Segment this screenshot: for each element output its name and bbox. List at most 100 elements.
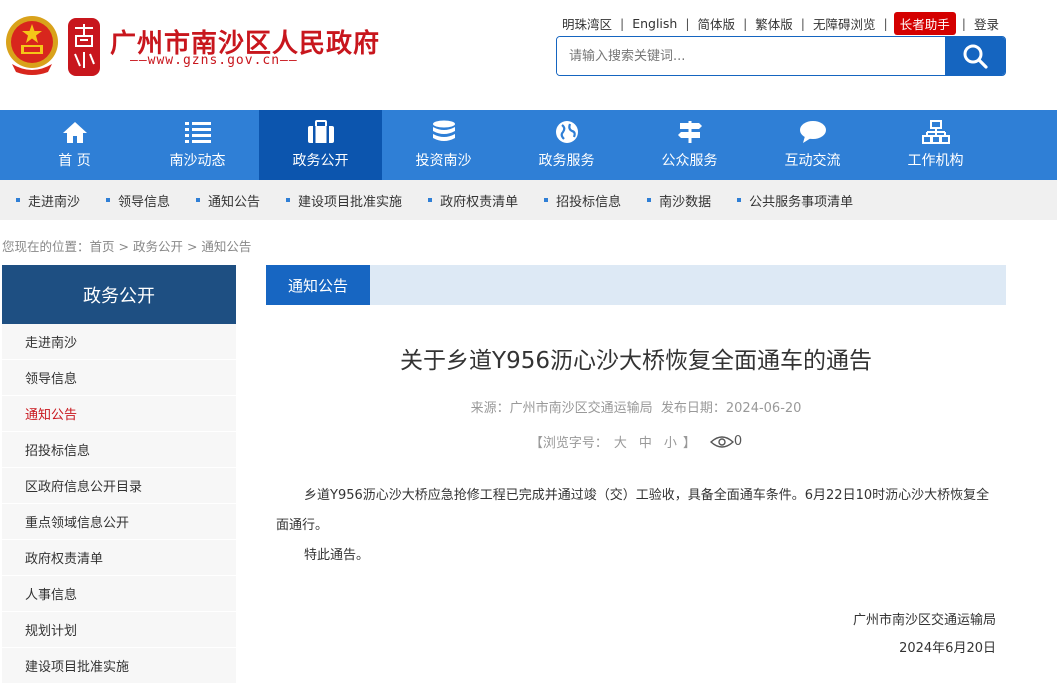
nav-gov-affairs[interactable]: 政务公开	[259, 110, 382, 180]
nav-home[interactable]: 首 页	[13, 110, 136, 180]
org-chart-icon	[921, 120, 950, 144]
subnav-label: 南沙数据	[659, 194, 712, 210]
bullet-icon	[196, 198, 201, 202]
breadcrumb-prefix: 您现在的位置：	[2, 239, 90, 254]
view-count-value: 0	[733, 434, 743, 449]
article-paragraph: 特此通告。	[304, 548, 370, 563]
bullet-icon	[428, 198, 433, 202]
subnav-item[interactable]: 公共服务事项清单	[737, 191, 853, 210]
source-label: 来源：	[470, 401, 510, 416]
sidebar-item-construction[interactable]: 建设项目批准实施	[2, 648, 236, 684]
sidebar-item-personnel[interactable]: 人事信息	[2, 576, 236, 612]
main-content: 通知公告 关于乡道Y956沥心沙大桥恢复全面通车的通告 来源：广州市南沙区交通运…	[266, 265, 1006, 663]
breadcrumb-separator: >	[182, 239, 202, 254]
article-source: 广州市南沙区交通运输局	[509, 401, 653, 416]
breadcrumb-notices[interactable]: 通知公告	[201, 239, 251, 254]
link-mingzhu[interactable]: 明珠湾区	[554, 14, 620, 33]
subnav-label: 公共服务事项清单	[749, 194, 854, 210]
article-tools: 【浏览字号： 大 中 小 】 0	[266, 432, 1006, 451]
eye-icon	[709, 435, 734, 448]
nav-news[interactable]: 南沙动态	[136, 110, 259, 180]
sidebar-item-notices[interactable]: 通知公告	[2, 396, 236, 432]
article-meta: 来源：广州市南沙区交通运输局 发布日期：2024-06-20	[266, 397, 1006, 416]
subnav-label: 建设项目批准实施	[298, 194, 403, 210]
font-large-button[interactable]: 大	[608, 432, 633, 451]
nav-label: 政务公开	[292, 153, 349, 169]
nav-organizations[interactable]: 工作机构	[874, 110, 997, 180]
signature-date: 2024年6月20日	[899, 641, 996, 656]
link-english[interactable]: English	[624, 16, 685, 31]
subnav-item[interactable]: 南沙数据	[647, 191, 711, 210]
sidebar-item-leaders[interactable]: 领导信息	[2, 360, 236, 396]
top-links: 明珠湾区 | English | 简体版 | 繁体版 | 无障碍浏览 | 长者助…	[554, 12, 1007, 35]
subnav-label: 招投标信息	[556, 194, 622, 210]
article-signature: 广州市南沙区交通运输局 2024年6月20日	[266, 607, 1006, 663]
nav-label: 公众服务	[661, 153, 718, 169]
national-emblem-icon	[6, 16, 58, 75]
bullet-icon	[544, 198, 549, 202]
subnav-label: 领导信息	[118, 194, 171, 210]
sidebar: 政务公开 走进南沙 领导信息 通知公告 招投标信息 区政府信息公开目录 重点领域…	[2, 265, 236, 684]
search-icon	[963, 44, 988, 69]
chat-icon	[799, 121, 826, 143]
coins-icon	[432, 120, 455, 141]
nav-invest[interactable]: 投资南沙	[382, 110, 505, 180]
bullet-icon	[106, 198, 111, 202]
sidebar-title: 政务公开	[2, 265, 236, 324]
breadcrumb-separator: >	[114, 239, 133, 254]
link-traditional[interactable]: 繁体版	[747, 14, 801, 33]
subnav-label: 走进南沙	[28, 194, 81, 210]
sidebar-item-responsibility-list[interactable]: 政府权责清单	[2, 540, 236, 576]
breadcrumb-gov-affairs[interactable]: 政务公开	[133, 239, 183, 254]
signature-org: 广州市南沙区交通运输局	[852, 613, 996, 628]
sidebar-item-planning[interactable]: 规划计划	[2, 612, 236, 648]
nav-gov-service[interactable]: 政务服务	[505, 110, 628, 180]
subnav-item[interactable]: 通知公告	[196, 191, 260, 210]
link-simplified[interactable]: 简体版	[690, 14, 744, 33]
search-box	[556, 36, 1006, 76]
article-date: 2024-06-20	[725, 401, 802, 416]
breadcrumb-home[interactable]: 首页	[90, 239, 115, 254]
nav-label: 南沙动态	[169, 153, 226, 169]
subnav-item[interactable]: 建设项目批准实施	[286, 191, 402, 210]
nav-label: 投资南沙	[415, 153, 472, 169]
sidebar-item-bidding[interactable]: 招投标信息	[2, 432, 236, 468]
login-link[interactable]: 登录	[966, 14, 1007, 33]
bullet-icon	[16, 198, 20, 202]
home-icon	[62, 122, 87, 143]
subnav-item[interactable]: 政府权责清单	[428, 191, 518, 210]
subnav-item[interactable]: 招投标信息	[544, 191, 621, 210]
subnav-label: 通知公告	[208, 194, 261, 210]
sub-nav: 走进南沙 领导信息 通知公告 建设项目批准实施 政府权责清单 招投标信息 南沙数…	[0, 180, 1057, 220]
subnav-item[interactable]: 走进南沙	[16, 191, 80, 210]
site-url: ——www.gzns.gov.cn——	[130, 53, 298, 68]
globe-icon	[555, 121, 578, 143]
font-medium-button[interactable]: 中	[633, 432, 658, 451]
article-body: 乡道Y956沥心沙大桥应急抢修工程已完成并通过竣（交）工验收，具备全面通车条件。…	[266, 481, 1006, 571]
search-button[interactable]	[945, 37, 1005, 75]
breadcrumb: 您现在的位置：首页 > 政务公开 > 通知公告	[2, 236, 251, 255]
subnav-label: 政府权责清单	[440, 194, 519, 210]
link-accessible[interactable]: 无障碍浏览	[805, 14, 884, 33]
sidebar-item-key-areas[interactable]: 重点领域信息公开	[2, 504, 236, 540]
font-small-button[interactable]: 小	[658, 432, 683, 451]
nav-public-service[interactable]: 公众服务	[628, 110, 751, 180]
nav-label: 互动交流	[784, 153, 841, 169]
elder-assistant-button[interactable]: 长者助手	[893, 12, 956, 35]
column-title: 通知公告	[266, 265, 370, 305]
sidebar-item-intro[interactable]: 走进南沙	[2, 324, 236, 360]
bullet-icon	[286, 198, 291, 202]
bullet-icon	[737, 198, 742, 202]
subnav-item[interactable]: 领导信息	[106, 191, 170, 210]
nav-interaction[interactable]: 互动交流	[751, 110, 874, 180]
font-size-label: 【浏览字号：	[529, 436, 608, 451]
nav-label: 首 页	[58, 153, 91, 169]
sidebar-item-info-catalog[interactable]: 区政府信息公开目录	[2, 468, 236, 504]
main-nav: 首 页 南沙动态 政务公开 投资南沙 政务服务 公众服务 互动交流 工作机构	[0, 110, 1057, 180]
nav-label: 工作机构	[907, 153, 964, 169]
nav-label: 政务服务	[538, 153, 595, 169]
search-input[interactable]	[557, 37, 945, 75]
list-icon	[184, 122, 211, 143]
column-bar: 通知公告	[266, 265, 1006, 305]
view-count: 0	[709, 434, 743, 449]
